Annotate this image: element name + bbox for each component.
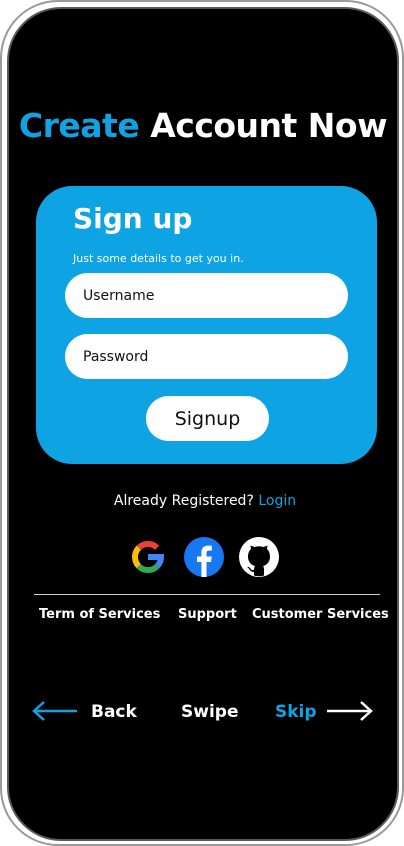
customer-services-link[interactable]: Customer Services bbox=[252, 607, 389, 622]
facebook-button[interactable] bbox=[183, 536, 225, 578]
google-icon bbox=[131, 540, 165, 573]
github-button[interactable] bbox=[238, 536, 280, 578]
facebook-icon bbox=[184, 537, 224, 577]
divider bbox=[34, 594, 380, 595]
page-title: Create Account Now bbox=[9, 106, 397, 145]
title-accent: Create bbox=[18, 106, 140, 145]
signup-card: Sign up Just some details to get you in.… bbox=[36, 186, 377, 464]
signup-title: Sign up bbox=[73, 202, 193, 235]
title-rest: Account Now bbox=[150, 106, 388, 145]
terms-link[interactable]: Term of Services bbox=[39, 607, 160, 622]
google-button[interactable] bbox=[127, 536, 169, 578]
username-input[interactable] bbox=[65, 273, 348, 318]
password-input[interactable] bbox=[65, 334, 348, 379]
signup-button[interactable]: Signup bbox=[146, 396, 269, 441]
phone-frame: Create Account Now Sign up Just some det… bbox=[0, 0, 404, 846]
arrow-left-icon[interactable] bbox=[31, 699, 79, 723]
login-link[interactable]: Login bbox=[258, 493, 296, 509]
swipe-label: Swipe bbox=[181, 702, 239, 722]
login-prompt: Already Registered? Login bbox=[9, 493, 397, 509]
signup-subtitle: Just some details to get you in. bbox=[73, 252, 244, 265]
arrow-right-icon[interactable] bbox=[325, 699, 375, 723]
github-icon bbox=[239, 537, 279, 577]
support-link[interactable]: Support bbox=[178, 607, 237, 622]
back-button[interactable]: Back bbox=[91, 702, 137, 722]
screen: Create Account Now Sign up Just some det… bbox=[7, 7, 399, 841]
login-prompt-text: Already Registered? bbox=[113, 493, 254, 509]
skip-button[interactable]: Skip bbox=[275, 702, 317, 722]
